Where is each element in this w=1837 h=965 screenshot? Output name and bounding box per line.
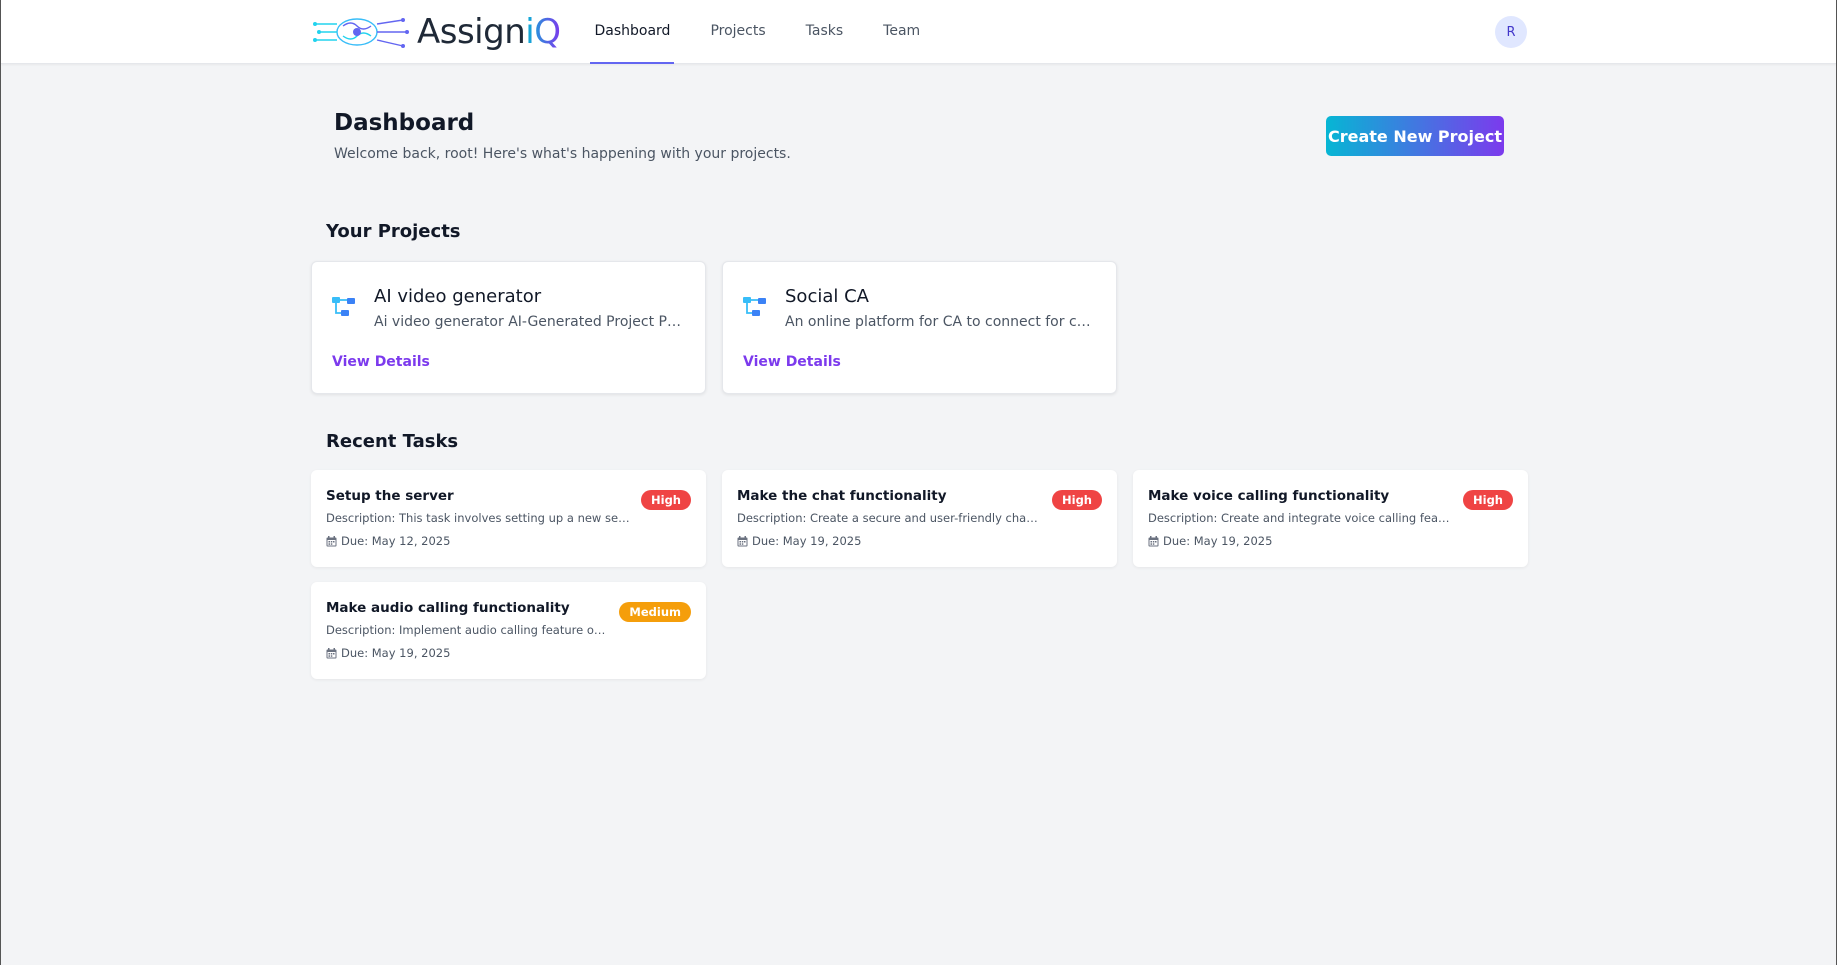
priority-badge: High [1052, 490, 1102, 510]
logo-text-accent: iQ [525, 12, 561, 52]
task-due-text: Due: May 19, 2025 [752, 534, 862, 548]
project-tree-icon [743, 297, 766, 316]
app-logo[interactable]: AssigniQ [313, 0, 561, 64]
task-due-date: Due: May 19, 2025 [737, 534, 861, 548]
task-due-date: Due: May 19, 2025 [1148, 534, 1272, 548]
project-card[interactable]: AI video generator Ai video generator AI… [311, 261, 706, 394]
task-title: Make voice calling functionality [1148, 488, 1390, 504]
task-due-date: Due: May 19, 2025 [326, 646, 450, 660]
your-projects-heading: Your Projects [326, 221, 461, 242]
task-card[interactable]: Make the chat functionality High Descrip… [722, 470, 1117, 567]
user-avatar[interactable]: R [1495, 16, 1527, 48]
task-due-text: Due: May 19, 2025 [341, 646, 451, 660]
nav-tasks[interactable]: Tasks [802, 0, 848, 64]
task-due-text: Due: May 19, 2025 [1163, 534, 1273, 548]
project-card[interactable]: Social CA An online platform for CA to c… [722, 261, 1117, 394]
task-title: Make audio calling functionality [326, 600, 570, 616]
nav-projects[interactable]: Projects [706, 0, 769, 64]
task-due-date: Due: May 12, 2025 [326, 534, 450, 548]
project-name: AI video generator [374, 286, 542, 307]
task-card[interactable]: Make voice calling functionality High De… [1133, 470, 1528, 567]
project-description: An online platform for CA to connect for… [785, 314, 1095, 330]
calendar-icon [737, 535, 748, 546]
logo-wordmark: AssigniQ [417, 12, 561, 52]
view-details-link[interactable]: View Details [332, 354, 430, 370]
top-navigation-bar: AssigniQ Dashboard Projects Tasks Team R [1, 0, 1836, 64]
view-details-link[interactable]: View Details [743, 354, 841, 370]
page-subtitle: Welcome back, root! Here's what's happen… [334, 146, 791, 162]
task-description: Description: Implement audio calling fea… [326, 623, 611, 637]
priority-badge: Medium [619, 602, 691, 622]
brain-circuit-logo-icon [313, 18, 409, 48]
task-due-text: Due: May 12, 2025 [341, 534, 451, 548]
create-new-project-button[interactable]: Create New Project [1326, 116, 1504, 156]
task-description: Description: This task involves setting … [326, 511, 631, 525]
calendar-icon [1148, 535, 1159, 546]
task-description: Description: Create a secure and user-fr… [737, 511, 1042, 525]
nav-team[interactable]: Team [879, 0, 924, 64]
logo-text-main: Assign [417, 12, 526, 52]
calendar-icon [326, 647, 337, 658]
task-title: Make the chat functionality [737, 488, 947, 504]
main-nav: Dashboard Projects Tasks Team [590, 0, 956, 64]
project-tree-icon [332, 297, 355, 316]
task-description: Description: Create and integrate voice … [1148, 511, 1453, 525]
priority-badge: High [1463, 490, 1513, 510]
task-title: Setup the server [326, 488, 454, 504]
page-title: Dashboard [334, 110, 475, 136]
task-card[interactable]: Setup the server High Description: This … [311, 470, 706, 567]
project-description: Ai video generator AI-Generated Project … [374, 314, 684, 330]
calendar-icon [326, 535, 337, 546]
task-card[interactable]: Make audio calling functionality Medium … [311, 582, 706, 679]
nav-dashboard[interactable]: Dashboard [590, 0, 675, 64]
recent-tasks-heading: Recent Tasks [326, 431, 459, 452]
priority-badge: High [641, 490, 691, 510]
project-name: Social CA [785, 286, 869, 307]
